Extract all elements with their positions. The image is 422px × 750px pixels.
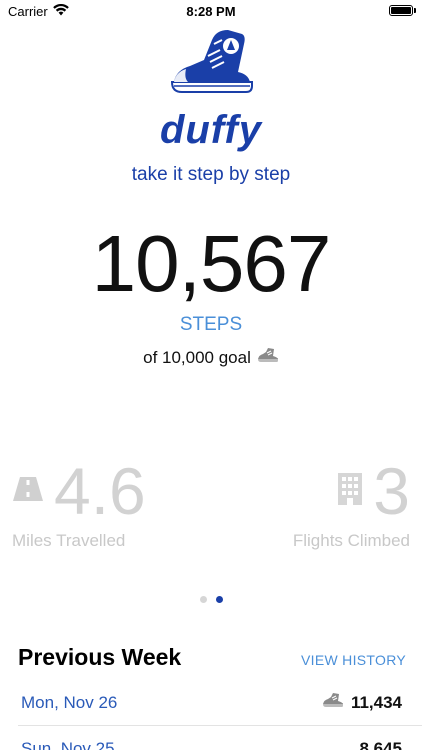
flights-value: 3 bbox=[373, 454, 410, 528]
distance-stat: 4.6 Miles Travelled bbox=[12, 455, 146, 551]
history-row[interactable]: Mon, Nov 26 11,434 bbox=[0, 688, 422, 732]
status-bar: Carrier 8:28 PM bbox=[0, 0, 422, 22]
road-icon bbox=[12, 475, 44, 508]
history-row-steps: 8,645 bbox=[359, 739, 402, 750]
status-time: 8:28 PM bbox=[186, 4, 236, 19]
history-row-date: Sun, Nov 25 bbox=[21, 739, 115, 750]
history-row-date: Mon, Nov 26 bbox=[21, 693, 118, 712]
sneaker-icon bbox=[322, 688, 344, 718]
page-dot-2[interactable] bbox=[215, 596, 223, 603]
history-row-value-group: 8,645 bbox=[359, 734, 402, 750]
sneaker-icon bbox=[257, 347, 279, 368]
flights-label: Flights Climbed bbox=[292, 531, 410, 550]
brand-name: duffy bbox=[159, 108, 263, 152]
history-row-value-group: 11,434 bbox=[322, 688, 402, 718]
page-indicator[interactable] bbox=[0, 596, 422, 603]
row-divider bbox=[18, 725, 422, 726]
steps-label: STEPS bbox=[179, 314, 243, 335]
battery-cap bbox=[414, 8, 416, 13]
view-history-button[interactable]: VIEW HISTORY bbox=[301, 652, 406, 668]
history-row-steps: 11,434 bbox=[350, 693, 402, 712]
distance-value: 4.6 bbox=[54, 454, 146, 528]
steps-count: 10,567 bbox=[91, 219, 332, 308]
sneaker-logo-icon bbox=[168, 26, 254, 98]
flights-stat: 3 Flights Climbed bbox=[293, 455, 410, 551]
goal-text: of 10,000 goal bbox=[143, 347, 251, 367]
building-icon bbox=[337, 472, 363, 511]
battery-icon bbox=[389, 5, 413, 16]
page-dot-1[interactable] bbox=[199, 596, 207, 603]
previous-week-title: Previous Week bbox=[18, 644, 182, 670]
distance-label: Miles Travelled bbox=[12, 531, 126, 550]
app-screen: Carrier 8:28 PM duffy take it step by st… bbox=[0, 0, 422, 750]
history-row[interactable]: Sun, Nov 25 8,645 bbox=[0, 734, 422, 750]
brand-tagline: take it step by step bbox=[131, 164, 291, 185]
steps-goal: of 10,000 goal bbox=[0, 347, 422, 368]
